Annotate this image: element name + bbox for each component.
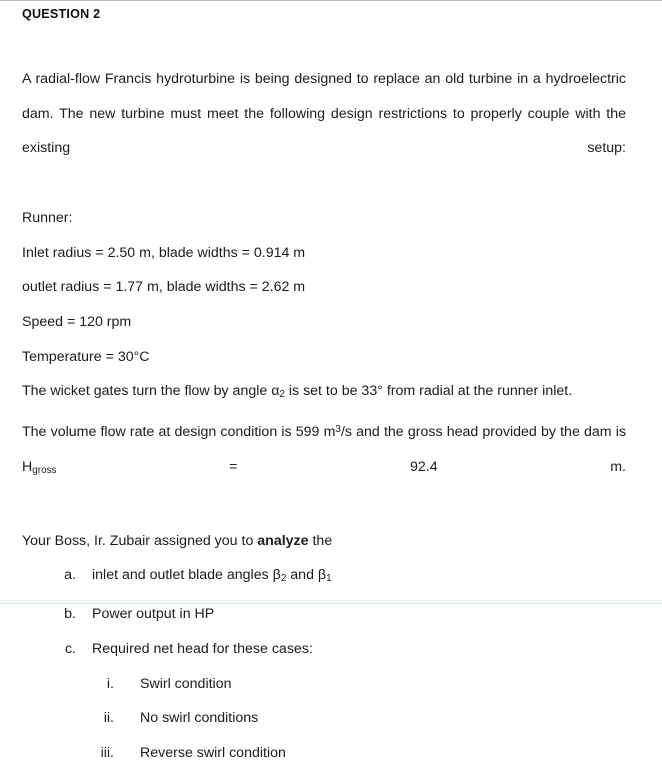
task-label-a-before: inlet and outlet blade angles bbox=[92, 567, 273, 584]
wicket-text-before: The wicket gates turn the flow by angle bbox=[22, 383, 272, 400]
wicket-gate-sentence: The wicket gates turn the flow by angle … bbox=[22, 374, 626, 413]
subtask-label-i: Swirl condition bbox=[140, 675, 232, 692]
document-page: QUESTION 2 A radial-flow Francis hydrotu… bbox=[0, 0, 662, 761]
subtask-label-ii: No swirl conditions bbox=[140, 710, 259, 727]
task-label-c: Required net head for these cases: bbox=[92, 640, 313, 657]
subtask-label-iii: Reverse swirl condition bbox=[140, 745, 286, 762]
subtask-item-iii: iii. Reverse swirl condition bbox=[22, 736, 626, 771]
task-label-a-middle: and bbox=[286, 567, 318, 584]
task-marker-a: a. bbox=[64, 567, 76, 584]
subtask-marker-iii: iii. bbox=[100, 745, 114, 762]
task-list: a. inlet and outlet blade angles β2 and β… bbox=[22, 558, 626, 666]
subtask-item-ii: ii. No swirl conditions bbox=[22, 701, 626, 736]
subtask-item-i: i. Swirl condition bbox=[22, 667, 626, 702]
flow-rate-part-3: = 92.4 m. bbox=[56, 459, 626, 476]
runner-spec-inlet-radius: Inlet radius = 2.50 m, blade widths = 0.… bbox=[22, 244, 306, 261]
beta-subscript-1: 1 bbox=[326, 573, 332, 585]
beta-symbol-2: β bbox=[272, 567, 281, 584]
bottom-divider-rule-secondary bbox=[0, 600, 662, 601]
runner-spec-temperature: Temperature = 30°C bbox=[22, 348, 150, 365]
task-item-c: c. Required net head for these cases: bbox=[22, 632, 626, 667]
task-assignment-sentence: Your Boss, Ir. Zubair assigned you to an… bbox=[22, 524, 626, 559]
runner-spec-outlet-radius: outlet radius = 1.77 m, blade widths = 2… bbox=[22, 279, 306, 296]
h-gross-subscript: gross bbox=[32, 465, 57, 477]
task-marker-c: c. bbox=[64, 640, 76, 657]
flow-rate-part-1: The volume flow rate at design condition… bbox=[22, 424, 336, 441]
wicket-text-after: is set to be 33° from radial at the runn… bbox=[284, 383, 573, 400]
task-text-after: the bbox=[308, 532, 333, 549]
beta-symbol-1: β bbox=[317, 567, 327, 584]
question-body: A radial-flow Francis hydroturbine is be… bbox=[22, 62, 626, 771]
task-text-before: Your Boss, Ir. Zubair assigned you to bbox=[22, 532, 258, 549]
page-title: QUESTION 2 bbox=[22, 7, 101, 21]
intro-paragraph: A radial-flow Francis hydroturbine is be… bbox=[22, 71, 626, 157]
task-bold-word: analyze bbox=[257, 532, 309, 549]
runner-spec-speed: Speed = 120 rpm bbox=[22, 313, 132, 330]
task-item-a: a. inlet and outlet blade angles β2 and β… bbox=[22, 558, 626, 597]
top-divider-rule bbox=[0, 0, 662, 1]
subtask-marker-i: i. bbox=[106, 675, 114, 692]
flow-rate-sentence: The volume flow rate at design condition… bbox=[22, 413, 626, 523]
task-label-b: Power output in HP bbox=[92, 606, 215, 623]
runner-label: Runner: bbox=[22, 209, 73, 226]
subtask-list: i. Swirl condition ii. No swirl conditions… bbox=[22, 667, 626, 771]
subtask-marker-ii: ii. bbox=[103, 710, 114, 727]
